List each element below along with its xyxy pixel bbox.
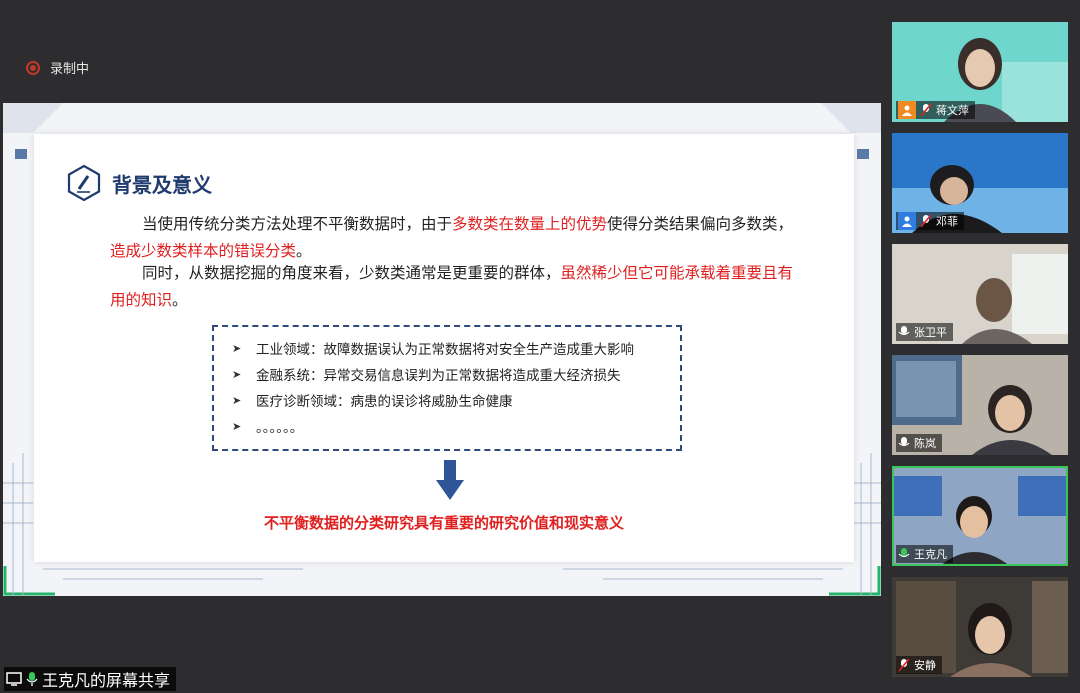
slide-title: 背景及意义 (112, 172, 212, 197)
recording-label: 录制中 (50, 62, 90, 77)
slide-content-card: 背景及意义 当使用传统分类方法处理不平衡数据时，由于多数类在数量上的优势使得分类… (34, 134, 854, 562)
participant-tile-speaking[interactable]: 王克凡 (892, 466, 1068, 566)
list-item-text: 工业领域：故障数据误认为正常数据将对安全生产造成重大影响 (256, 342, 634, 358)
microphone-icon (898, 437, 910, 447)
participant-name: 王克凡 (914, 548, 947, 561)
recording-indicator: 录制中 (26, 58, 89, 77)
participant-name: 邓菲 (936, 215, 958, 228)
participant-tile[interactable]: 张卫平 (892, 244, 1068, 344)
microphone-icon (898, 326, 910, 336)
participant-tile[interactable]: 陈岚 (892, 355, 1068, 455)
paragraph-2: 同时，从数据挖掘的角度来看，少数类通常是更重要的群体，虽然稀少但它可能承载着重要… (110, 260, 800, 314)
user-avatar-icon (898, 101, 916, 119)
conclusion-text: 不平衡数据的分类研究具有重要的研究价值和现实意义 (263, 514, 624, 532)
list-item: ➤ 。。。。。。 (232, 413, 680, 439)
para2-text-a: 同时，从数据挖掘的角度来看，少数类通常是更重要的群体， (142, 264, 561, 282)
screen-share-owner: 王克凡的屏幕共享 (42, 671, 171, 690)
microphone-active-icon (898, 548, 910, 558)
microphone-muted-icon (920, 103, 932, 117)
participant-name-tag: 张卫平 (896, 323, 953, 341)
list-item-text: 。。。。。。 (256, 420, 304, 436)
participant-name: 张卫平 (914, 326, 947, 339)
participant-name: 蒋文萍 (936, 104, 969, 117)
paragraph-1: 当使用传统分类方法处理不平衡数据时，由于多数类在数量上的优势使得分类结果偏向多数… (110, 211, 800, 265)
microphone-muted-icon (898, 658, 910, 672)
shared-screen-area: 录制中 背景及意义 当使用传统分类方法处理不平衡数据时，由于多数类在数量上的优势… (0, 0, 882, 693)
participant-tile[interactable]: 安静 (892, 577, 1068, 677)
list-item: ➤ 金融系统：异常交易信息误判为正常数据将造成重大经济损失 (232, 361, 680, 387)
examples-dashed-box: ➤ 工业领域：故障数据误认为正常数据将对安全生产造成重大影响 ➤ 金融系统：异常… (212, 325, 682, 451)
participant-name-tag: 邓菲 (896, 212, 964, 230)
participant-tile[interactable]: 邓菲 (892, 133, 1068, 233)
para1-highlight-2: 造成少数类样本的错误分类 (110, 242, 297, 260)
down-arrow-icon (436, 460, 464, 500)
participant-name: 陈岚 (914, 437, 936, 450)
para1-text-c: 使得分类结果偏向多数类， (607, 215, 794, 233)
arrow-bullet-icon: ➤ (232, 393, 242, 407)
microphone-muted-icon (920, 214, 932, 228)
screen-share-icon (6, 672, 22, 686)
para1-highlight-1: 多数类在数量上的优势 (452, 215, 608, 233)
para1-text-a: 当使用传统分类方法处理不平衡数据时，由于 (142, 215, 453, 233)
presentation-slide: 背景及意义 当使用传统分类方法处理不平衡数据时，由于多数类在数量上的优势使得分类… (3, 103, 881, 596)
list-item-text: 医疗诊断领域：病患的误诊将威胁生命健康 (256, 394, 513, 410)
pencil-hexagon-icon (67, 164, 101, 202)
list-item: ➤ 医疗诊断领域：病患的误诊将威胁生命健康 (232, 387, 680, 413)
participant-name-tag: 陈岚 (896, 434, 942, 452)
arrow-bullet-icon: ➤ (232, 367, 242, 381)
arrow-bullet-icon: ➤ (232, 419, 242, 433)
arrow-bullet-icon: ➤ (232, 341, 242, 355)
participant-name-tag: 蒋文萍 (896, 101, 975, 119)
list-item-text: 金融系统：异常交易信息误判为正常数据将造成重大经济损失 (256, 368, 621, 384)
participant-tile[interactable]: 蒋文萍 (892, 22, 1068, 122)
record-icon (26, 60, 40, 75)
microphone-icon (26, 672, 38, 686)
participant-name-tag: 王克凡 (896, 545, 953, 563)
participant-name-tag: 安静 (896, 656, 942, 674)
screen-share-label: 王克凡的屏幕共享 (4, 667, 177, 691)
para2-text-c: 。 (172, 291, 188, 309)
participant-name: 安静 (914, 659, 936, 672)
user-avatar-icon (898, 212, 916, 230)
para1-text-e: 。 (296, 242, 312, 260)
list-item: ➤ 工业领域：故障数据误认为正常数据将对安全生产造成重大影响 (232, 335, 680, 361)
slide-heading: 背景及意义 (66, 164, 212, 202)
